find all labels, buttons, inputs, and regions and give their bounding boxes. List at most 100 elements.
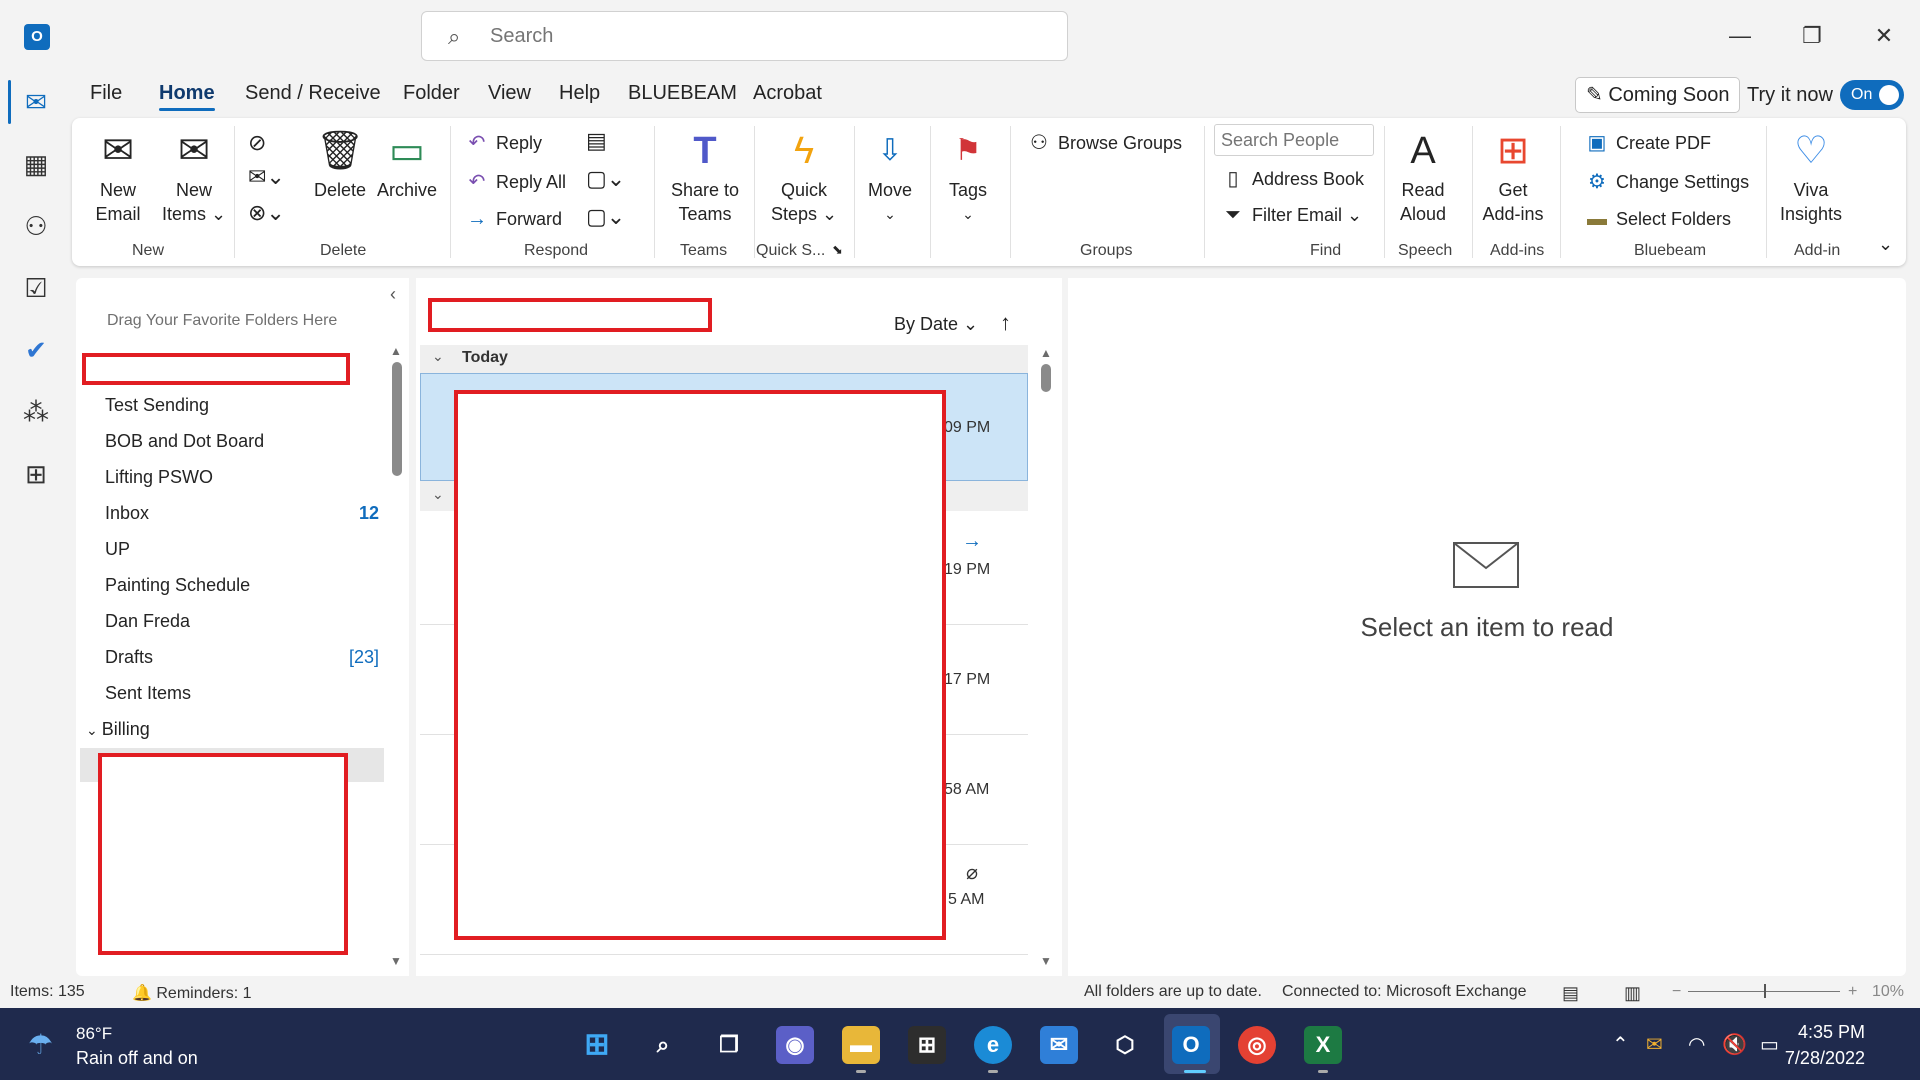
folder-scrollbar-thumb[interactable] — [392, 362, 402, 476]
search-box[interactable]: ⌕ — [421, 11, 1068, 61]
battery-icon[interactable]: ▭ — [1760, 1032, 1779, 1057]
filter-email-button[interactable]: ⏷ Filter Email ⌄ — [1220, 204, 1362, 227]
tab-view[interactable]: View — [488, 82, 531, 105]
cube-app-icon[interactable]: ⬡ — [1106, 1026, 1144, 1064]
new-email-button[interactable]: ✉ New Email — [84, 128, 152, 226]
reply-all-button[interactable]: ↶ Reply All — [464, 169, 566, 194]
task-view-icon[interactable]: ❐ — [710, 1026, 748, 1064]
calendar-icon[interactable]: ▦ — [14, 142, 58, 186]
tab-help[interactable]: Help — [559, 82, 600, 105]
folder-item[interactable]: Test Sending — [105, 395, 209, 416]
apps-icon[interactable]: ⊞ — [14, 452, 58, 496]
folder-item[interactable]: Painting Schedule — [105, 575, 250, 596]
scroll-up-icon[interactable]: ▲ — [390, 344, 402, 358]
read-aloud-button[interactable]: A Read Aloud — [1390, 128, 1456, 226]
forward-button[interactable]: → Forward — [464, 208, 562, 231]
folder-item[interactable]: Sent Items — [105, 683, 191, 704]
restore-button[interactable]: ❐ — [1792, 18, 1832, 54]
wifi-icon[interactable]: ◠ — [1688, 1032, 1705, 1057]
todo-icon[interactable]: ✔ — [14, 328, 58, 372]
zoom-out-icon[interactable]: − — [1672, 983, 1681, 1001]
folder-item[interactable]: UP — [105, 539, 130, 560]
message-scrollbar-thumb[interactable] — [1041, 364, 1051, 392]
groups-icon[interactable]: ⁂ — [14, 390, 58, 434]
ribbon-collapse-icon[interactable]: ⌄ — [1878, 234, 1893, 255]
change-settings-button[interactable]: ⚙ Change Settings — [1584, 169, 1749, 194]
dialog-launcher-icon[interactable]: ⬊ — [832, 242, 843, 258]
start-icon[interactable]: ⊞ — [578, 1026, 616, 1064]
im-reply-icon[interactable]: ▢⌄ — [586, 166, 625, 192]
create-pdf-button[interactable]: ▣ Create PDF — [1584, 130, 1711, 155]
more-respond-icon[interactable]: ▢⌄ — [586, 204, 625, 230]
chat-icon[interactable]: ◉ — [776, 1026, 814, 1064]
viva-insights-button[interactable]: ♡ Viva Insights — [1774, 128, 1848, 226]
weather-description[interactable]: Rain off and on — [76, 1048, 198, 1069]
move-button[interactable]: ⇩ Move ⌄ — [858, 128, 922, 226]
junk-icon[interactable]: ⊗⌄ — [248, 200, 285, 226]
zoom-slider-thumb[interactable] — [1764, 984, 1766, 998]
edge-icon[interactable]: e — [974, 1026, 1012, 1064]
zoom-in-icon[interactable]: + — [1848, 983, 1857, 1001]
store-icon[interactable]: ⊞ — [908, 1026, 946, 1064]
reading-view-icon[interactable]: ▥ — [1624, 983, 1641, 1004]
excel-icon[interactable]: X — [1304, 1026, 1342, 1064]
chrome-icon[interactable]: ◎ — [1238, 1026, 1276, 1064]
folder-item-drafts[interactable]: Drafts — [105, 647, 153, 668]
clock-date[interactable]: 7/28/2022 — [1785, 1048, 1865, 1069]
delete-button[interactable]: 🗑 Delete — [310, 128, 370, 202]
tasks-icon[interactable]: ☑ — [14, 266, 58, 310]
mail-app-icon[interactable]: ✉ — [1040, 1026, 1078, 1064]
share-to-teams-button[interactable]: T Share to Teams — [662, 128, 748, 226]
collapse-pane-icon[interactable]: ‹ — [390, 284, 396, 305]
mail-icon[interactable]: ✉ — [14, 80, 58, 124]
close-button[interactable]: ✕ — [1864, 18, 1904, 54]
clean-up-icon[interactable]: ✉⌄ — [248, 164, 285, 190]
folder-item-inbox[interactable]: Inbox — [105, 503, 149, 524]
weather-umbrella-icon[interactable]: ☂ — [28, 1028, 53, 1061]
coming-soon-button[interactable]: ✎ Coming Soon — [1575, 77, 1740, 113]
tray-overflow-icon[interactable]: ⌃ — [1612, 1032, 1629, 1057]
folder-item[interactable]: Lifting PSWO — [105, 467, 213, 488]
archive-button[interactable]: ▭ Archive — [372, 128, 442, 202]
zoom-level[interactable]: 10% — [1872, 983, 1904, 1001]
ignore-icon[interactable]: ⊘ — [248, 130, 266, 156]
quick-steps-button[interactable]: ϟ Quick Steps ⌄ — [762, 128, 846, 226]
tags-button[interactable]: ⚑ Tags ⌄ — [936, 128, 1000, 226]
sort-direction-icon[interactable]: ↑ — [1000, 310, 1011, 336]
tab-send-receive[interactable]: Send / Receive — [245, 82, 381, 105]
reminders-button[interactable]: 🔔 Reminders: 1 — [132, 983, 252, 1003]
outlook-taskbar-icon[interactable]: O — [1172, 1026, 1210, 1064]
new-items-button[interactable]: ✉ New Items ⌄ — [160, 128, 228, 226]
scroll-down-icon[interactable]: ▼ — [1040, 954, 1052, 968]
group-header-today[interactable]: ⌄ Today — [420, 345, 1028, 373]
search-icon[interactable]: ⌕ — [644, 1026, 682, 1064]
tray-mail-icon[interactable]: ✉ — [1646, 1032, 1663, 1057]
file-explorer-icon[interactable]: ▬ — [842, 1026, 880, 1064]
browse-groups-button[interactable]: ⚇ Browse Groups — [1026, 130, 1182, 155]
tab-file[interactable]: File — [90, 82, 122, 105]
get-addins-button[interactable]: ⊞ Get Add-ins — [1480, 128, 1546, 226]
normal-view-icon[interactable]: ▤ — [1562, 983, 1579, 1004]
folder-item[interactable]: Dan Freda — [105, 611, 190, 632]
scroll-down-icon[interactable]: ▼ — [390, 954, 402, 968]
reply-button[interactable]: ↶ Reply — [464, 130, 542, 155]
sort-by-button[interactable]: By Date ⌄ — [894, 314, 978, 335]
meeting-reply-icon[interactable]: ▤ — [586, 128, 607, 154]
new-outlook-toggle[interactable]: On — [1840, 80, 1904, 110]
address-book-button[interactable]: ▯ Address Book — [1220, 166, 1364, 191]
clock-time[interactable]: 4:35 PM — [1798, 1022, 1865, 1043]
select-folders-button[interactable]: ▬ Select Folders — [1584, 208, 1731, 231]
tab-bluebeam[interactable]: BLUEBEAM — [628, 82, 737, 105]
search-input[interactable] — [490, 22, 1050, 50]
volume-muted-icon[interactable]: 🔇 — [1722, 1032, 1747, 1057]
minimize-button[interactable]: — — [1720, 18, 1760, 54]
search-people-input[interactable] — [1214, 124, 1374, 156]
people-icon[interactable]: ⚇ — [14, 204, 58, 248]
weather-temperature[interactable]: 86°F — [76, 1024, 112, 1044]
folder-item[interactable]: BOB and Dot Board — [105, 431, 264, 452]
scroll-up-icon[interactable]: ▲ — [1040, 346, 1052, 360]
tab-folder[interactable]: Folder — [403, 82, 460, 105]
folder-item-billing[interactable]: ⌄ Billing — [86, 719, 150, 740]
tab-acrobat[interactable]: Acrobat — [753, 82, 822, 105]
tab-home[interactable]: Home — [159, 82, 215, 111]
